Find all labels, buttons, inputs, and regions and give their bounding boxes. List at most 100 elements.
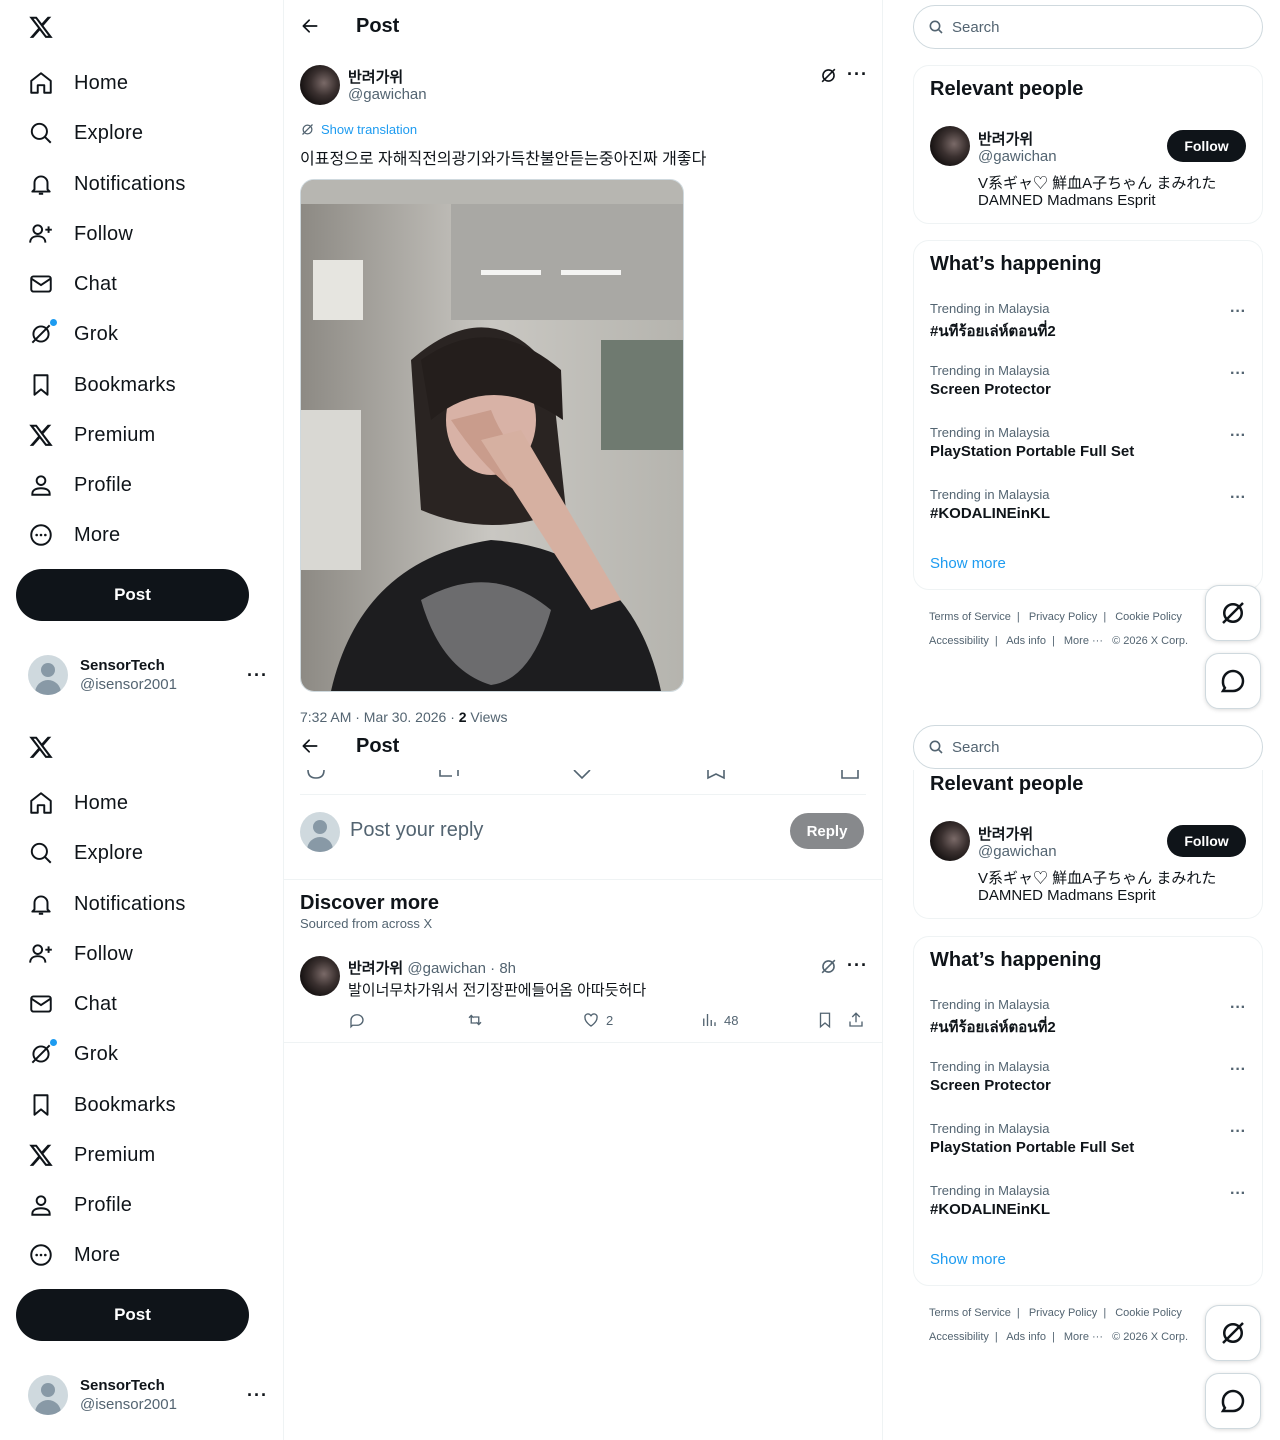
views-action[interactable]: 48 xyxy=(700,1011,738,1029)
trend-item[interactable]: Trending in Malaysia PlayStation Portabl… xyxy=(930,1121,1246,1156)
account-switcher[interactable]: SensorTech @isensor2001 ··· xyxy=(28,1373,268,1417)
nav-notifications[interactable]: Notifications xyxy=(28,884,186,924)
author-name[interactable]: 반려가위 xyxy=(978,128,1033,149)
nav-follow[interactable]: Follow xyxy=(28,214,133,254)
bookmark-action[interactable] xyxy=(816,1011,840,1029)
reply-input[interactable]: Post your reply xyxy=(350,819,483,842)
footer-link[interactable]: Accessibility xyxy=(929,1331,989,1343)
more-dots-icon[interactable]: ··· xyxy=(847,64,868,85)
x-logo-icon[interactable] xyxy=(28,734,54,760)
more-dots-icon[interactable]: ··· xyxy=(1230,1061,1246,1079)
trend-context: Trending in Malaysia xyxy=(930,301,1050,316)
footer-link[interactable]: Privacy Policy xyxy=(1029,1307,1097,1319)
author-avatar[interactable] xyxy=(300,65,340,105)
nav-notifications[interactable]: Notifications xyxy=(28,164,186,204)
show-more-link[interactable]: Show more xyxy=(930,555,1006,572)
account-switcher[interactable]: SensorTech @isensor2001 ··· xyxy=(28,653,268,697)
more-dots-icon[interactable]: ··· xyxy=(1230,365,1246,383)
author-name[interactable]: 반려가위 xyxy=(348,960,403,977)
reply-button[interactable]: Reply xyxy=(790,813,864,849)
more-dots-icon[interactable]: ··· xyxy=(1230,303,1246,321)
grok-fab[interactable] xyxy=(1205,1305,1261,1361)
footer-link[interactable]: Terms of Service xyxy=(929,1307,1011,1319)
author-name[interactable]: 반려가위 xyxy=(348,66,403,87)
nav-premium[interactable]: Premium xyxy=(28,415,155,455)
nav-profile[interactable]: Profile xyxy=(28,1185,132,1225)
nav-explore[interactable]: Explore xyxy=(28,833,143,873)
author-avatar[interactable] xyxy=(300,956,340,996)
search-input[interactable]: Search xyxy=(913,5,1263,49)
trend-item[interactable]: Trending in Malaysia Screen Protector ··… xyxy=(930,1059,1246,1094)
nav-chat[interactable]: Chat xyxy=(28,984,117,1024)
more-dots-icon[interactable]: ··· xyxy=(247,1385,268,1406)
post-timestamp: 7:32 AM · Mar 30, 2026 · xyxy=(300,709,459,722)
footer-link[interactable]: Terms of Service xyxy=(929,611,1011,623)
grok-icon[interactable] xyxy=(819,66,838,85)
nav-follow[interactable]: Follow xyxy=(28,934,133,974)
footer-link[interactable]: Cookie Policy xyxy=(1115,611,1182,623)
author-name[interactable]: 반려가위 xyxy=(978,823,1033,844)
author-handle[interactable]: @gawichan xyxy=(978,148,1057,165)
nav-home[interactable]: Home xyxy=(28,63,128,103)
follow-button[interactable]: Follow xyxy=(1167,130,1246,162)
repost-action[interactable] xyxy=(466,1011,490,1029)
messages-fab[interactable] xyxy=(1205,653,1261,709)
more-dots-icon[interactable]: ··· xyxy=(247,665,268,686)
nav-bookmarks[interactable]: Bookmarks xyxy=(28,365,176,405)
back-arrow-icon[interactable] xyxy=(300,16,320,36)
show-more-link[interactable]: Show more xyxy=(930,1251,1006,1268)
nav-label: Grok xyxy=(74,322,119,345)
nav-explore[interactable]: Explore xyxy=(28,113,143,153)
like-action[interactable]: 2 xyxy=(582,1011,613,1029)
author-handle[interactable]: @gawichan xyxy=(348,86,427,103)
footer-link[interactable]: Privacy Policy xyxy=(1029,611,1097,623)
post-image[interactable] xyxy=(300,179,684,692)
nav-profile[interactable]: Profile xyxy=(28,465,132,505)
nav-more[interactable]: More xyxy=(28,515,120,555)
nav-grok[interactable]: Grok xyxy=(28,1034,118,1074)
search-input[interactable]: Search xyxy=(913,725,1263,769)
share-action[interactable] xyxy=(847,1011,871,1029)
nav-bookmarks[interactable]: Bookmarks xyxy=(28,1085,176,1125)
trend-item[interactable]: Trending in Malaysia #นทีร้อยเล่ห์ตอนที่… xyxy=(930,997,1246,1039)
trend-item[interactable]: Trending in Malaysia #KODALINEinKL ··· xyxy=(930,487,1246,522)
footer-link[interactable]: Accessibility xyxy=(929,635,989,647)
author-handle[interactable]: @gawichan xyxy=(407,960,486,977)
nav-grok[interactable]: Grok xyxy=(28,314,118,354)
post-button[interactable]: Post xyxy=(16,1289,249,1341)
grok-icon[interactable] xyxy=(819,957,838,976)
trend-item[interactable]: Trending in Malaysia #นทีร้อยเล่ห์ตอนที่… xyxy=(930,301,1246,343)
grok-fab[interactable] xyxy=(1205,585,1261,641)
messages-fab[interactable] xyxy=(1205,1373,1261,1429)
more-dots-icon[interactable]: ··· xyxy=(1230,999,1246,1017)
back-arrow-icon[interactable] xyxy=(300,736,320,756)
more-dots-icon[interactable]: ··· xyxy=(1230,1185,1246,1203)
nav-chat[interactable]: Chat xyxy=(28,264,117,304)
x-logo-icon[interactable] xyxy=(28,14,54,40)
nav-label: Profile xyxy=(74,473,133,496)
trend-item[interactable]: Trending in Malaysia #KODALINEinKL ··· xyxy=(930,1183,1246,1218)
author-handle[interactable]: @gawichan xyxy=(978,843,1057,860)
post-time[interactable]: · 8h xyxy=(490,960,516,977)
footer-link[interactable]: More ··· xyxy=(1064,635,1103,647)
trend-item[interactable]: Trending in Malaysia Screen Protector ··… xyxy=(930,363,1246,398)
trend-item[interactable]: Trending in Malaysia PlayStation Portabl… xyxy=(930,425,1246,460)
footer-link[interactable]: Ads info xyxy=(1006,635,1046,647)
footer-link[interactable]: Cookie Policy xyxy=(1115,1307,1182,1319)
nav-more[interactable]: More xyxy=(28,1235,120,1275)
more-dots-icon[interactable]: ··· xyxy=(1230,489,1246,507)
notification-dot xyxy=(50,319,57,326)
more-dots-icon[interactable]: ··· xyxy=(1230,427,1246,445)
reply-action[interactable] xyxy=(348,1011,372,1029)
show-translation-link[interactable]: Show translation xyxy=(300,122,417,137)
more-dots-icon[interactable]: ··· xyxy=(847,955,868,976)
nav-premium[interactable]: Premium xyxy=(28,1135,155,1175)
author-avatar[interactable] xyxy=(930,126,970,166)
post-button[interactable]: Post xyxy=(16,569,249,621)
footer-link[interactable]: More ··· xyxy=(1064,1331,1103,1343)
more-dots-icon[interactable]: ··· xyxy=(1230,1123,1246,1141)
nav-home[interactable]: Home xyxy=(28,783,128,823)
author-avatar[interactable] xyxy=(930,821,970,861)
follow-button[interactable]: Follow xyxy=(1167,825,1246,857)
footer-link[interactable]: Ads info xyxy=(1006,1331,1046,1343)
